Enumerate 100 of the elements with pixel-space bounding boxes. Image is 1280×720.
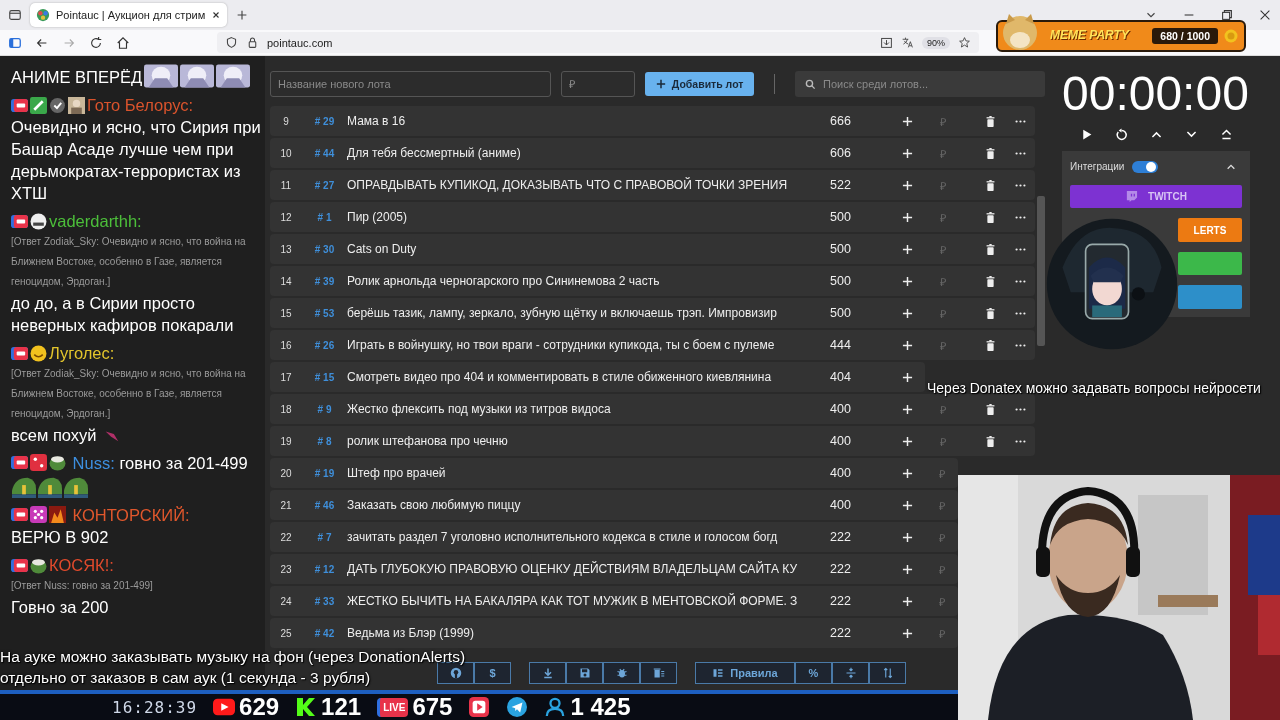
plus-icon[interactable]	[902, 403, 913, 415]
lot-row[interactable]: 21 # 46 Заказать свою любимую пиццу 400 ₽	[270, 490, 958, 520]
lot-row[interactable]: 25 # 42 Ведьма из Блэр (1999) 222 ₽	[270, 618, 958, 648]
plus-icon[interactable]	[902, 371, 913, 383]
lot-row[interactable]: 9 # 29 Мама в 16 666 ₽	[270, 106, 1035, 136]
home-icon[interactable]	[116, 35, 130, 50]
plus-icon[interactable]	[902, 467, 913, 479]
lot-amount: 400	[829, 466, 852, 480]
live-badge-icon	[11, 506, 28, 523]
translate-icon[interactable]	[901, 36, 914, 49]
lot-amount: 222	[829, 594, 852, 608]
sidebar-icon[interactable]	[8, 35, 22, 50]
toolbar-button[interactable]	[832, 662, 869, 684]
trash-icon[interactable]	[984, 403, 996, 415]
lot-amount: 444	[829, 338, 852, 352]
trash-icon[interactable]	[984, 275, 996, 287]
plus-icon[interactable]	[902, 243, 913, 255]
lot-row[interactable]: 18 # 9 Жестко флексить под музыки из титров видоса 400 ₽	[270, 394, 1035, 424]
plus-icon[interactable]	[902, 435, 913, 447]
integrations-toggle[interactable]	[1132, 160, 1159, 173]
close-icon[interactable]	[1258, 8, 1272, 22]
row-number: 18	[279, 403, 293, 415]
toolbar-button[interactable]	[640, 662, 677, 684]
row-number: 10	[279, 147, 293, 159]
restore-icon[interactable]	[1220, 8, 1234, 22]
split-icon	[844, 667, 857, 679]
trash-icon[interactable]	[984, 339, 996, 351]
plus-icon[interactable]	[902, 179, 913, 191]
close-icon[interactable]	[211, 10, 222, 20]
collapse-icon[interactable]	[1220, 128, 1233, 141]
plus-icon[interactable]	[902, 531, 913, 543]
favicon-icon	[36, 8, 50, 22]
plus-icon[interactable]	[902, 115, 913, 127]
toolbar-button[interactable]	[603, 662, 640, 684]
browser-tab[interactable]: Pointauc | Аукцион для стрим	[30, 3, 228, 27]
trash-icon[interactable]	[984, 179, 996, 191]
lot-id: # 9	[317, 403, 332, 415]
toolbar-button[interactable]	[529, 662, 566, 684]
lot-row[interactable]: 22 # 7 зачитать раздел 7 уголовно исполнительного кодекса в стиле и голосом богд 222 ₽	[270, 522, 958, 552]
rules-button[interactable]: Правила	[695, 662, 795, 684]
trash-icon[interactable]	[984, 115, 996, 127]
address-field[interactable]: pointauc.com 90%	[217, 32, 979, 53]
dog-icon	[1000, 12, 1040, 52]
reload-icon[interactable]	[89, 35, 103, 50]
lot-row[interactable]: 23 # 12 ДАТЬ ГЛУБОКУЮ ПРАВОВУЮ ОЦЕНКУ ДЕЙСТВИЯМ ВЛАДЕЛЬЦАМ САЙТА КУ 222 ₽	[270, 554, 958, 584]
lot-name: Смотреть видео про 404 и комментировать в стиле обиженного киевлянина	[347, 370, 773, 384]
lot-row[interactable]: 24 # 33 ЖЕСТКО БЫЧИТЬ НА БАКАЛЯРА КАК ТОТ МУЖИК В МЕНТОВСКОЙ ФОРМЕ. З 222 ₽	[270, 586, 958, 616]
lot-id: # 7	[317, 531, 332, 543]
toolbar-button[interactable]: $	[474, 662, 511, 684]
row-number: 12	[279, 211, 293, 223]
live-badge-icon	[11, 454, 28, 471]
lot-row[interactable]: 11 # 27 ОПРАВДЫВАТЬ КУПИКОД, ДОКАЗЫВАТЬ ЧТО С ПРАВОВОЙ ТОЧКИ ЗРЕНИЯ 522 ₽	[270, 170, 1035, 200]
plus-icon[interactable]	[902, 627, 913, 639]
lot-row[interactable]: 16 # 26 Играть в войнушку, но твои враги - сотрудники купикода, ты с боем с пулеме 444 ₽	[270, 330, 1035, 360]
restart-icon[interactable]	[1115, 128, 1128, 141]
plus-icon[interactable]	[902, 275, 913, 287]
toolbar-button[interactable]	[869, 662, 906, 684]
trash-icon[interactable]	[984, 147, 996, 159]
download-icon[interactable]	[880, 36, 893, 49]
plus-icon[interactable]	[902, 211, 913, 223]
lot-row[interactable]: 14 # 39 Ролик арнольда черногарского про Сининемова 2 часть 500 ₽	[270, 266, 1035, 296]
lot-row[interactable]: 12 # 1 Пир (2005) 500 ₽	[270, 202, 1035, 232]
add-lot-button[interactable]: Добавить лот	[645, 72, 754, 96]
tab-list-icon[interactable]	[8, 8, 22, 22]
lot-row[interactable]: 19 # 8 ролик штефанова про чечню 400 ₽	[270, 426, 1035, 456]
lot-row[interactable]: 13 # 30 Cats on Duty 500 ₽	[270, 234, 1035, 264]
trash-icon[interactable]	[984, 435, 996, 447]
lot-name: Заказать свою любимую пиццу	[347, 498, 522, 512]
plus-icon[interactable]	[902, 307, 913, 319]
trash-icon[interactable]	[984, 243, 996, 255]
star-icon[interactable]	[958, 36, 971, 49]
lot-name: Ведьма из Блэр (1999)	[347, 626, 476, 640]
caption-text: На ауке можно заказывать музыку на фон (через DonationAlerts)	[0, 647, 466, 667]
lot-row[interactable]: 10 # 44 Для тебя бессмертный (аниме) 606 ₽	[270, 138, 1035, 168]
lot-id: # 15	[314, 371, 335, 383]
toolbar-button[interactable]: %	[795, 662, 832, 684]
lot-row[interactable]: 17 # 15 Смотреть видео про 404 и комментировать в стиле обиженного киевлянина 404	[270, 362, 925, 392]
search-field[interactable]: Поиск среди лотов...	[795, 71, 1045, 97]
plus-icon[interactable]	[902, 499, 913, 511]
plus-icon[interactable]	[902, 147, 913, 159]
amount-field[interactable]: ₽	[561, 71, 636, 97]
lot-row[interactable]: 15 # 53 берёшь тазик, лампу, зеркало, зубную щётку и включаешь трэп. Импровизир 500 ₽	[270, 298, 1035, 328]
toolbar-button[interactable]	[566, 662, 603, 684]
trash-icon[interactable]	[984, 211, 996, 223]
lot-name: Штеф про врачей	[347, 466, 447, 480]
integration-button[interactable]	[1178, 251, 1242, 276]
plus-icon[interactable]	[902, 339, 913, 351]
integration-button[interactable]: TWITCH	[1070, 184, 1242, 209]
list-icon	[712, 667, 725, 679]
dots-badge-icon	[30, 506, 47, 523]
plus-icon[interactable]	[902, 595, 913, 607]
floppy-icon	[578, 667, 591, 679]
lot-row[interactable]: 20 # 19 Штеф про врачей 400 ₽	[270, 458, 958, 488]
trash-icon[interactable]	[984, 307, 996, 319]
lot-amount: 400	[829, 498, 852, 512]
plus-icon[interactable]	[902, 563, 913, 575]
zoom-level-button[interactable]: 90%	[922, 36, 950, 49]
mask-badge-icon	[30, 212, 47, 230]
lot-name-field[interactable]: Название нового лота	[270, 71, 552, 97]
play-icon[interactable]	[1080, 128, 1093, 141]
